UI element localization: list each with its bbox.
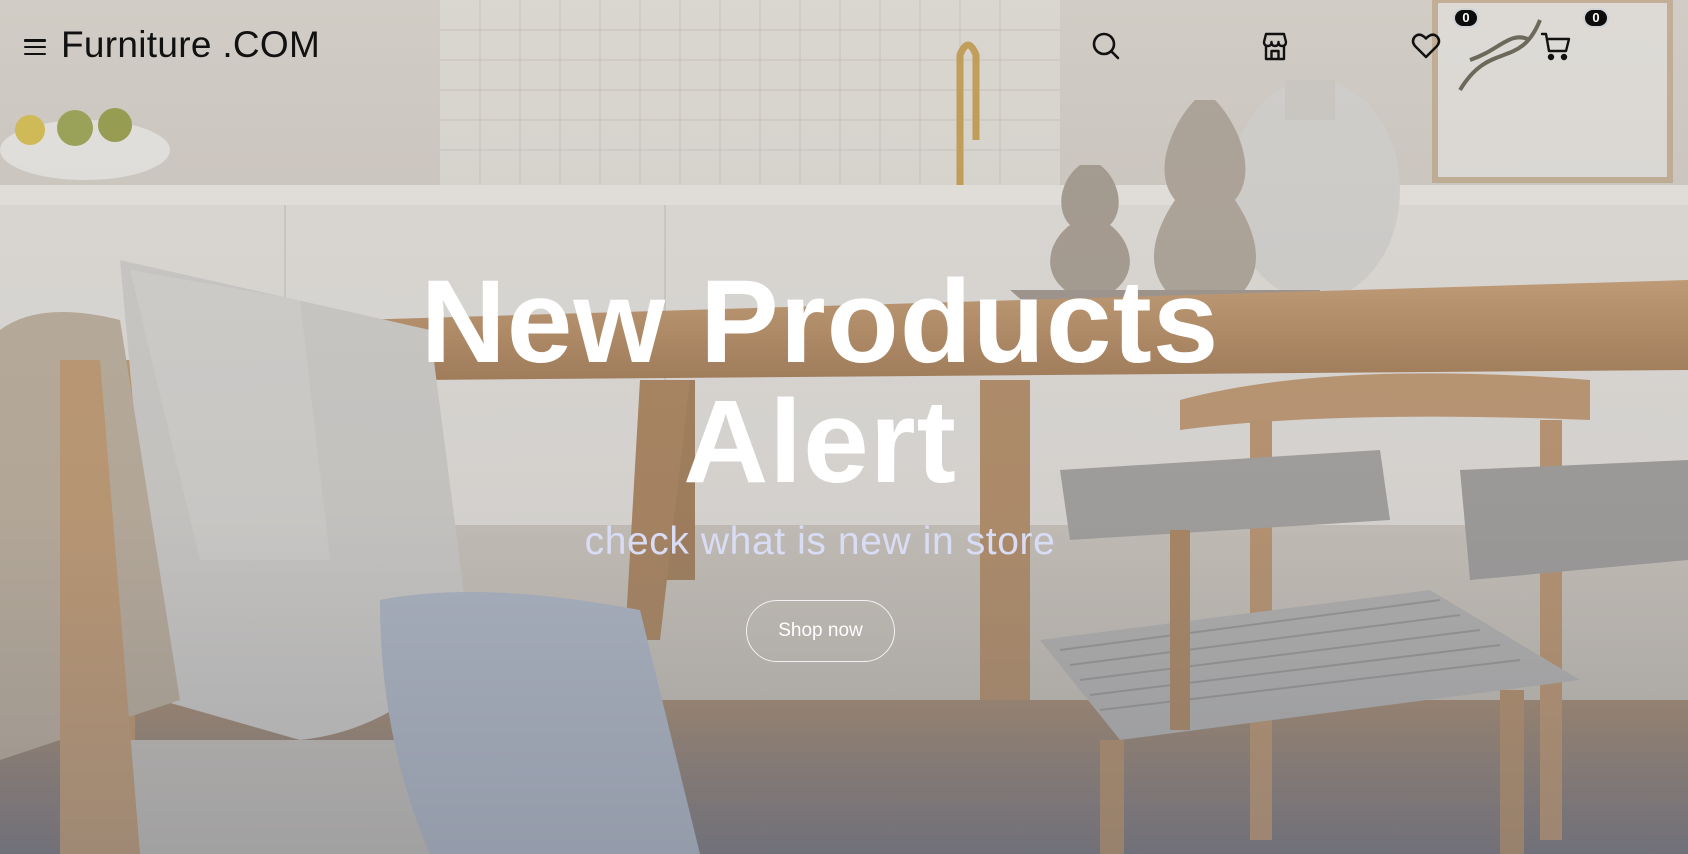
shop-now-button[interactable]: Shop now — [746, 600, 895, 662]
cart-count-badge: 0 — [1583, 8, 1609, 28]
store-icon[interactable] — [1259, 30, 1291, 62]
hero-title: New Products Alert — [420, 256, 1220, 508]
hamburger-menu-icon[interactable] — [22, 34, 48, 60]
site-header: Furniture .COM 0 0 — [0, 0, 1688, 96]
heart-icon[interactable] — [1410, 30, 1442, 62]
shopping-cart-icon[interactable] — [1540, 30, 1572, 62]
search-icon[interactable] — [1090, 30, 1122, 62]
site-logo[interactable]: Furniture .COM — [61, 24, 320, 66]
hero-subtitle: check what is new in store — [584, 520, 1056, 563]
wishlist-count-badge: 0 — [1453, 8, 1479, 28]
